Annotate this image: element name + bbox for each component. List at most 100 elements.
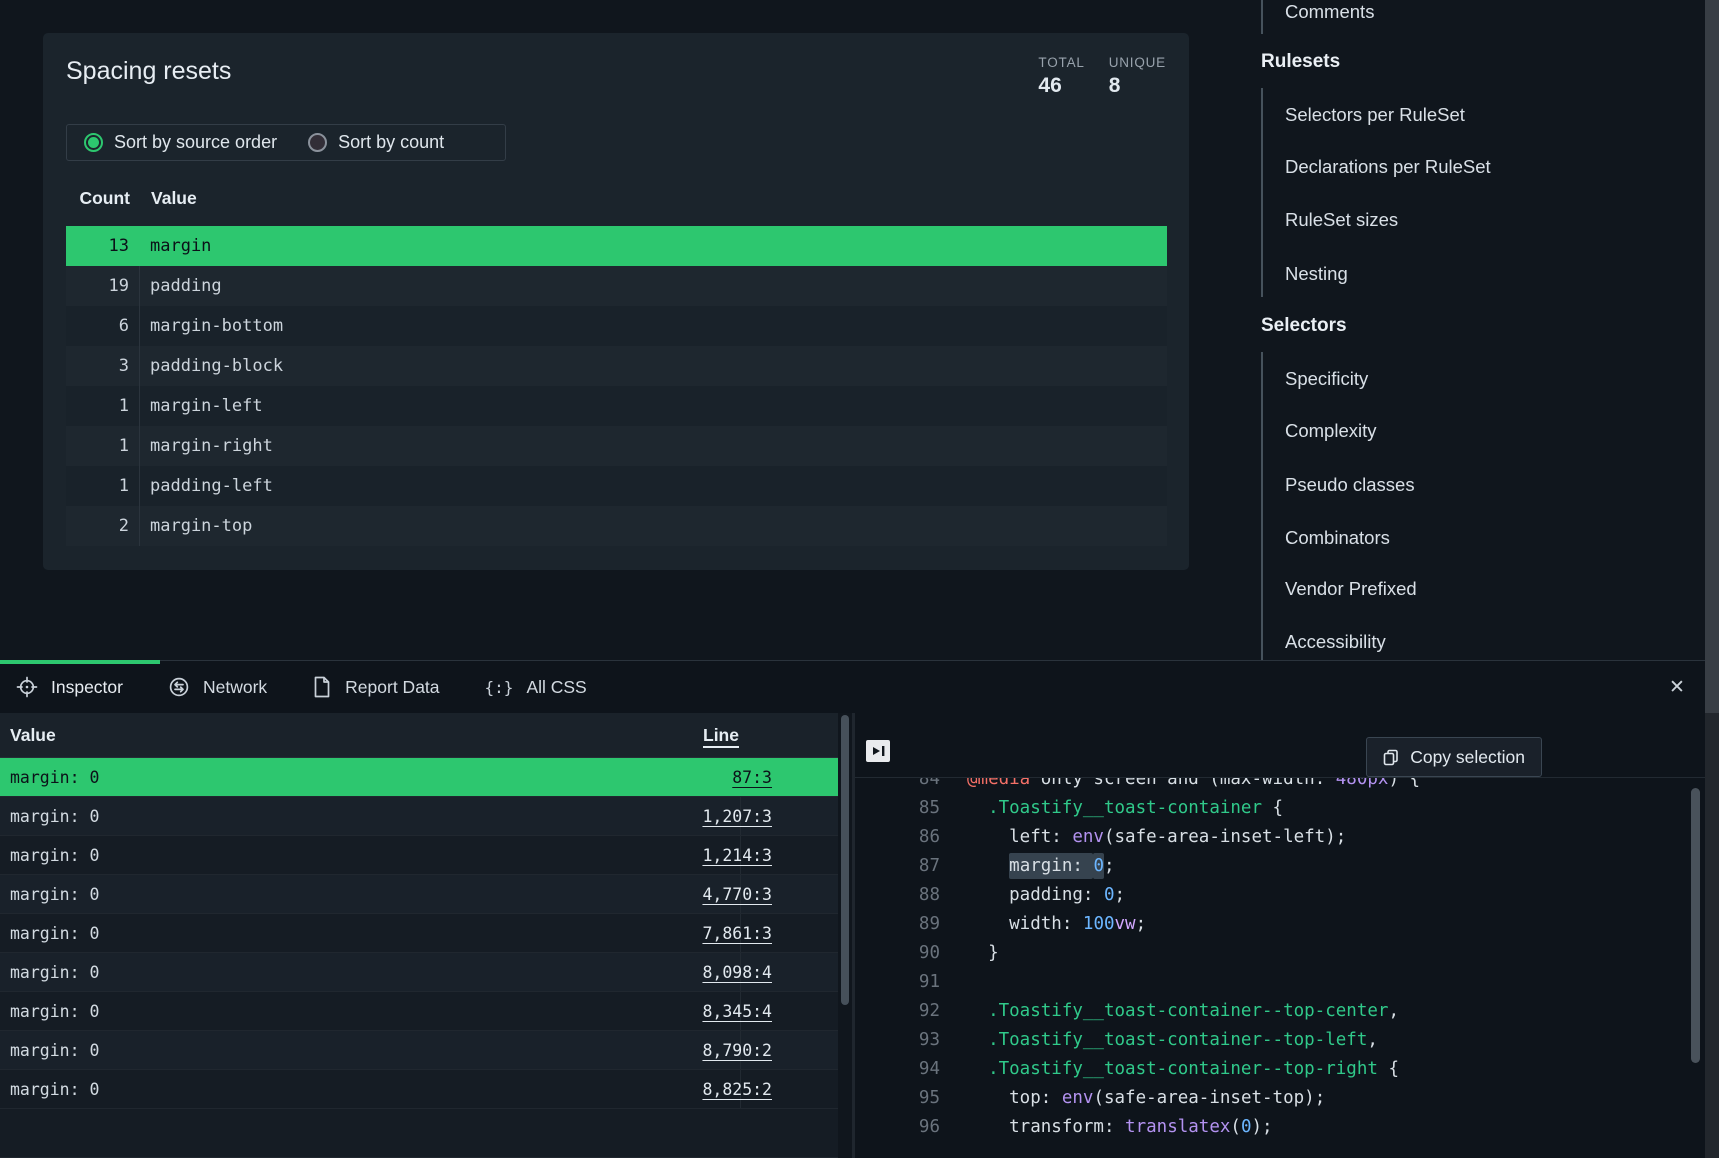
value-cell: margin-bottom xyxy=(140,316,283,336)
code-text: .Toastify__toast-container { xyxy=(967,798,1283,818)
table-row: margin: 0 4,770:3 xyxy=(0,875,838,914)
radio-unselected-icon[interactable] xyxy=(308,133,327,152)
line-column-header[interactable]: Line xyxy=(703,725,739,746)
expand-panel-button[interactable] xyxy=(866,740,890,762)
active-tab-indicator xyxy=(0,660,160,664)
line-link[interactable]: 8,790:2 xyxy=(702,1041,772,1060)
tab-label: All CSS xyxy=(526,677,586,698)
table-row[interactable]: 1margin-right xyxy=(66,426,1167,466)
spacing-table-body: 13margin19padding6margin-bottom3padding-… xyxy=(66,226,1167,546)
line-number: 93 xyxy=(855,1030,940,1050)
line-link[interactable]: 1,214:3 xyxy=(702,846,772,865)
tab-network[interactable]: Network xyxy=(168,676,267,698)
line-number: 84 xyxy=(855,778,940,789)
tab-label: Report Data xyxy=(345,677,439,698)
sidebar-item-selectors-per-ruleset[interactable]: Selectors per RuleSet xyxy=(1285,104,1465,126)
code-line: 95 top: env(safe-area-inset-top); xyxy=(855,1083,1325,1112)
tabs: Inspector Network Report Data {:} All CSS xyxy=(0,676,587,698)
line-link[interactable]: 8,098:4 xyxy=(702,963,772,982)
sidebar-item-combinators[interactable]: Combinators xyxy=(1285,527,1390,549)
line-number: 92 xyxy=(855,1001,940,1021)
sidebar-item-pseudo-classes[interactable]: Pseudo classes xyxy=(1285,474,1415,496)
sidebar-item-specificity[interactable]: Specificity xyxy=(1285,368,1368,390)
line-link[interactable]: 8,345:4 xyxy=(702,1002,772,1021)
sort-options-group: Sort by source order Sort by count xyxy=(66,124,506,161)
table-row: margin: 087:3 xyxy=(0,758,838,797)
line-link[interactable]: 7,861:3 xyxy=(702,924,772,943)
line-link[interactable]: 4,770:3 xyxy=(702,885,772,904)
table-row xyxy=(0,1109,838,1158)
sidebar-item-declarations-per-ruleset[interactable]: Declarations per RuleSet xyxy=(1285,156,1491,178)
count-column-header: Count xyxy=(66,188,140,209)
code-text: margin: 0; xyxy=(967,856,1115,876)
table-row: margin: 0 8,345:4 xyxy=(0,992,838,1031)
line-link[interactable]: 8,825:2 xyxy=(702,1080,772,1099)
count-cell: 13 xyxy=(66,226,140,266)
sidebar-item-comments[interactable]: Comments xyxy=(1285,1,1374,23)
value-cell: margin xyxy=(140,236,211,256)
tab-all-css[interactable]: {:} All CSS xyxy=(485,677,587,698)
table-row[interactable]: 19padding xyxy=(66,266,1167,306)
tab-report-data[interactable]: Report Data xyxy=(312,676,439,698)
line-link[interactable]: 87:3 xyxy=(732,768,772,787)
code-token: @media xyxy=(967,778,1030,789)
close-panel-button[interactable]: ✕ xyxy=(1663,673,1691,701)
left-table-scrollbar[interactable] xyxy=(841,715,849,1005)
table-row: margin: 08,790:2 xyxy=(0,1031,838,1070)
sort-option-sort-by-source-order[interactable]: Sort by source order xyxy=(84,132,277,153)
braces-icon: {:} xyxy=(485,678,514,697)
page-scrollbar-thumb[interactable] xyxy=(1705,0,1719,713)
code-line: 96 transform: translatex(0); xyxy=(855,1112,1273,1141)
code-token: padding: xyxy=(967,885,1104,905)
table-row[interactable]: 2margin-top xyxy=(66,506,1167,546)
code-token: ) { xyxy=(1388,778,1420,789)
table-row: margin: 08,825:2 xyxy=(0,1070,838,1109)
table-row[interactable]: 13margin xyxy=(66,226,1167,266)
tab-label: Inspector xyxy=(51,677,123,698)
radio-selected-icon[interactable] xyxy=(84,133,103,152)
sidebar-item-complexity[interactable]: Complexity xyxy=(1285,420,1377,442)
spacing-table-header: Count Value xyxy=(66,188,1167,209)
code-token: } xyxy=(967,943,999,963)
table-row[interactable]: 6margin-bottom xyxy=(66,306,1167,346)
code-text: .Toastify__toast-container--top-right { xyxy=(967,1059,1399,1079)
code-scrollbar[interactable] xyxy=(1691,788,1700,1063)
copy-selection-label: Copy selection xyxy=(1410,747,1525,768)
code-lines: 84@media only screen and (max-width: 480… xyxy=(855,778,1705,1158)
value-cell: margin: 0 xyxy=(0,1002,99,1021)
code-token: , xyxy=(1367,1030,1378,1050)
crosshair-icon xyxy=(16,676,38,698)
code-token: top: xyxy=(967,1088,1062,1108)
line-number: 87 xyxy=(855,856,940,876)
table-row[interactable]: 1padding-left xyxy=(66,466,1167,506)
sidebar-item-ruleset-sizes[interactable]: RuleSet sizes xyxy=(1285,209,1398,231)
radio-label: Sort by source order xyxy=(114,132,277,153)
value-column-header: Value xyxy=(140,188,197,209)
sort-option-sort-by-count[interactable]: Sort by count xyxy=(308,132,444,153)
line-link[interactable]: 1,207:3 xyxy=(702,807,772,826)
value-cell: margin-right xyxy=(140,436,273,456)
table-row[interactable]: 3padding-block xyxy=(66,346,1167,386)
code-token: (safe-area-inset-top); xyxy=(1093,1088,1325,1108)
sidebar-item-accessibility[interactable]: Accessibility xyxy=(1285,631,1386,653)
count-cell: 1 xyxy=(66,386,140,426)
sidebar-item-vendor-prefixed[interactable]: Vendor Prefixed xyxy=(1285,578,1417,600)
code-line: 94 .Toastify__toast-container--top-right… xyxy=(855,1054,1399,1083)
code-token: vw xyxy=(1115,914,1136,934)
code-token: ( xyxy=(1230,1117,1241,1137)
value-cell: margin: 0 xyxy=(0,885,99,904)
code-token: ; xyxy=(1136,914,1147,934)
line-number: 94 xyxy=(855,1059,940,1079)
code-token: 0 xyxy=(1241,1117,1252,1137)
code-token: ); xyxy=(1252,1117,1273,1137)
copy-selection-button[interactable]: Copy selection xyxy=(1366,737,1542,777)
page-scrollbar-track[interactable] xyxy=(1705,0,1719,1158)
stat-value: 46 xyxy=(1038,74,1084,98)
tab-inspector[interactable]: Inspector xyxy=(16,676,123,698)
sidebar-group-line xyxy=(1261,352,1263,660)
expand-panel-icon xyxy=(871,745,885,757)
table-row[interactable]: 1margin-left xyxy=(66,386,1167,426)
code-line: 89 width: 100vw; xyxy=(855,909,1146,938)
sidebar-item-nesting[interactable]: Nesting xyxy=(1285,263,1348,285)
stat-label: UNIQUE xyxy=(1109,55,1166,70)
